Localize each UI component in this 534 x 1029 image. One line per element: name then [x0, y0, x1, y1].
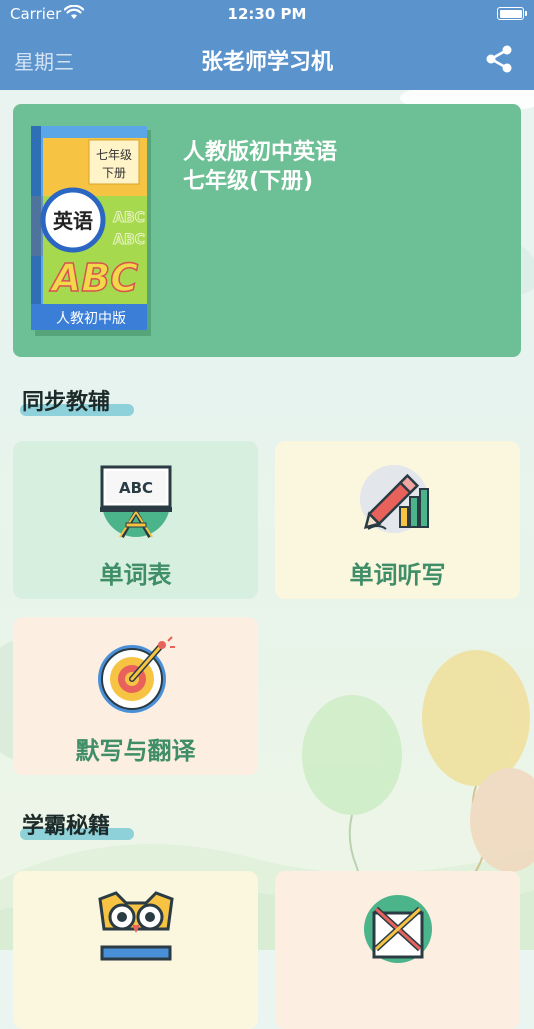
current-book-card[interactable]: 七年级 下册 英语 ABC ABC ABC 人教初中版 人教版初中英语 七年级(…	[13, 104, 521, 357]
cover-letters: ABC	[49, 256, 138, 300]
tile-owl-book[interactable]	[13, 871, 258, 1029]
book-cover-image: 七年级 下册 英语 ABC ABC ABC 人教初中版	[31, 126, 151, 336]
page-title: 张老师学习机	[200, 50, 333, 75]
battery-icon	[497, 7, 527, 20]
cover-small-letters: ABC	[113, 210, 145, 226]
section-title-sync: 同步教辅	[20, 384, 134, 416]
book-title-line1: 人教版初中英语	[183, 140, 338, 165]
cover-edition: 人教初中版	[56, 310, 126, 327]
svg-text:ABC: ABC	[118, 479, 152, 497]
cover-grade: 七年级	[96, 148, 132, 162]
cover-volume: 下册	[102, 166, 126, 180]
tile-word-dictation[interactable]: 单词听写	[275, 441, 520, 599]
book-title-line2: 七年级(下册)	[183, 169, 314, 194]
tile-dictation-translation[interactable]: 默写与翻译	[13, 617, 258, 775]
section-title-tips: 学霸秘籍	[20, 808, 134, 840]
crossed-tools-icon	[363, 895, 432, 963]
owl-book-icon	[97, 891, 174, 961]
cover-subject: 英语	[53, 209, 93, 233]
tile-crossed-tools[interactable]	[275, 871, 520, 1029]
status-bar: Carrier 12:30 PM	[0, 0, 534, 30]
pencil-chart-icon	[359, 465, 429, 533]
nav-bar: 星期三 张老师学习机	[0, 30, 534, 90]
share-icon[interactable]	[484, 44, 514, 74]
tile-label: 单词表	[99, 561, 172, 589]
cover-small-letters-2: ABC	[113, 232, 145, 248]
target-pencil-icon	[97, 636, 175, 713]
book-title: 人教版初中英语 七年级(下册)	[183, 138, 337, 196]
tile-word-list[interactable]: ABC 单词表	[13, 441, 258, 599]
tile-label: 单词听写	[349, 561, 446, 589]
abc-easel-icon: ABC	[99, 465, 172, 538]
tile-label: 默写与翻译	[75, 737, 196, 765]
status-time: 12:30 PM	[227, 5, 307, 23]
